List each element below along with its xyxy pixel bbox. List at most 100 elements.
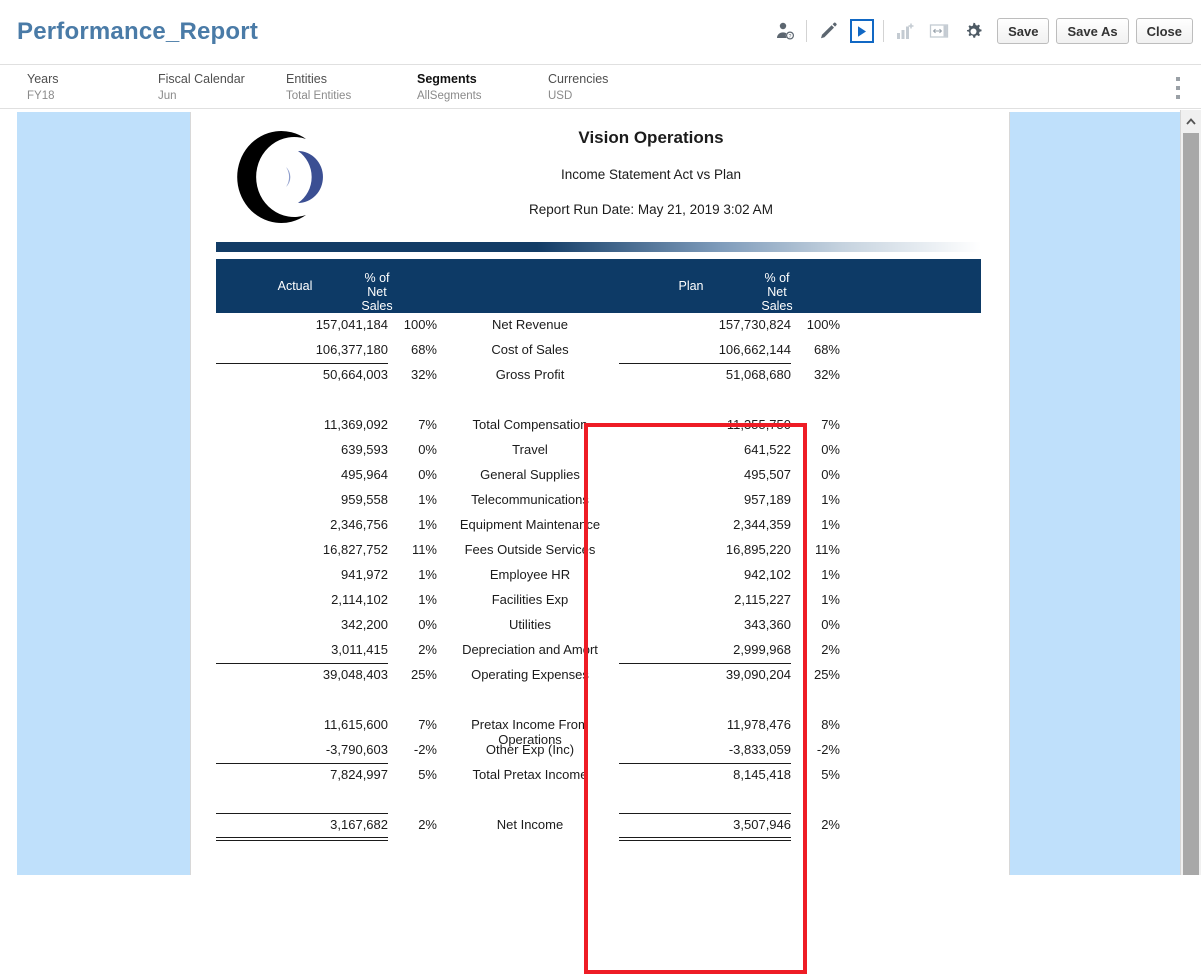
table-row[interactable]: 3,011,415 2% Depreciation and Amort 2,999,9… <box>216 638 981 663</box>
table-row[interactable]: 3,167,682 2% Net Income 3,507,946 2% <box>216 813 981 841</box>
fit-width-icon[interactable] <box>922 14 956 48</box>
table-row[interactable]: 2,346,756 1% Equipment Maintenance 2,344,35… <box>216 513 981 538</box>
table-row[interactable]: 7,824,997 5% Total Pretax Income 8,145,418 5… <box>216 763 981 788</box>
table-row[interactable]: 106,377,180 68% Cost of Sales 106,662,144 68… <box>216 338 981 363</box>
cell-pct-plan: 25% <box>813 667 840 682</box>
financial-report: Vision Operations Income Statement Act v… <box>191 112 1011 974</box>
gradient-divider-bar <box>216 242 981 252</box>
cell-pct-plan: 2% <box>821 817 840 832</box>
cell-account-label: Depreciation and Amort <box>462 642 598 657</box>
cell-plan: 51,068,680 <box>725 367 791 382</box>
cell-actual: 106,377,180 <box>315 342 388 357</box>
report-company-title: Vision Operations <box>578 128 724 147</box>
application-header: Performance_Report ? Save Save As Close <box>0 0 1201 64</box>
col-header-pct-net-sales-plan: % of Net Sales <box>746 271 808 313</box>
scroll-up-arrow-icon[interactable] <box>1181 110 1201 132</box>
edit-pencil-icon[interactable] <box>811 14 845 48</box>
pct-line-1: % of <box>364 271 390 285</box>
cell-pct-actual: 32% <box>410 367 437 382</box>
cell-pct-plan: 1% <box>821 567 840 582</box>
table-row[interactable]: 39,048,403 25% Operating Expenses 39,090,20… <box>216 663 981 688</box>
add-chart-icon[interactable] <box>888 14 922 48</box>
cell-pct-actual: 7% <box>418 417 437 432</box>
save-as-button[interactable]: Save As <box>1056 18 1129 44</box>
table-row[interactable]: 941,972 1% Employee HR 942,102 1% <box>216 563 981 588</box>
settings-gear-icon[interactable] <box>956 14 990 48</box>
pov-item-years[interactable]: Years FY18 <box>27 72 59 102</box>
table-row[interactable]: 50,664,003 32% Gross Profit 51,068,680 32% <box>216 363 981 388</box>
cell-pct-plan: 5% <box>821 767 840 782</box>
cell-pct-actual: 5% <box>418 767 437 782</box>
table-row[interactable]: 342,200 0% Utilities 343,360 0% <box>216 613 981 638</box>
cell-plan: -3,833,059 <box>728 742 791 757</box>
cell-plan: 942,102 <box>744 567 791 582</box>
cell-pct-plan: 68% <box>813 342 840 357</box>
user-assign-icon[interactable]: ? <box>768 14 802 48</box>
pov-item-fiscal-calendar[interactable]: Fiscal Calendar Jun <box>158 72 245 102</box>
table-row[interactable]: 639,593 0% Travel 641,522 0% <box>216 438 981 463</box>
table-row[interactable]: -3,790,603 -2% Other Exp (Inc) -3,833,059 -2… <box>216 738 981 763</box>
cell-actual: 50,664,003 <box>322 367 388 382</box>
cell-account-label: Facilities Exp <box>491 592 569 607</box>
pov-item-segments[interactable]: Segments AllSegments <box>417 72 482 102</box>
cell-plan: 157,730,824 <box>718 317 791 332</box>
table-body: 157,041,184 100% Net Revenue 157,730,824 100… <box>216 313 981 841</box>
table-row[interactable]: 959,558 1% Telecommunications 957,189 1% <box>216 488 981 513</box>
cell-account-label: Total Compensation <box>472 417 588 432</box>
row-rule-left <box>216 763 388 764</box>
cell-plan: 343,360 <box>744 617 791 632</box>
table-row[interactable]: 16,827,752 11% Fees Outside Services 16,895… <box>216 538 981 563</box>
cell-actual: 941,972 <box>341 567 388 582</box>
cell-actual: -3,790,603 <box>325 742 388 757</box>
cell-plan: 11,978,476 <box>726 717 791 732</box>
pov-item-currencies[interactable]: Currencies USD <box>548 72 608 102</box>
page-title: Performance_Report <box>17 18 259 45</box>
table-row[interactable]: 11,615,600 7% Pretax Income From Operation… <box>216 713 981 747</box>
cell-plan: 39,090,204 <box>725 667 791 682</box>
cell-pct-plan: 0% <box>821 617 840 632</box>
pct-line-3: Sales <box>761 299 793 313</box>
pct-line-1: % of <box>764 271 790 285</box>
scrollbar-thumb[interactable] <box>1183 133 1199 875</box>
cell-pct-actual: 1% <box>418 517 437 532</box>
pct-line-2: Net <box>767 285 787 299</box>
cell-account-label: Employee HR <box>489 567 571 582</box>
row-rule-left <box>216 363 388 364</box>
cell-account-label: Equipment Maintenance <box>459 517 601 532</box>
table-row[interactable]: 11,369,092 7% Total Compensation 11,355,750… <box>216 413 981 438</box>
cell-actual: 11,369,092 <box>323 417 388 432</box>
cell-plan: 11,355,750 <box>726 417 791 432</box>
row-rule-left <box>216 663 388 664</box>
row-rule-bottom <box>216 840 388 841</box>
pov-item-entities[interactable]: Entities Total Entities <box>286 72 351 102</box>
cell-pct-plan: 1% <box>821 517 840 532</box>
toolbar-divider-2 <box>883 20 885 42</box>
cell-pct-plan: 1% <box>821 592 840 607</box>
cell-plan: 8,145,418 <box>733 767 791 782</box>
pov-label-currencies: Currencies <box>548 72 609 86</box>
save-button[interactable]: Save <box>997 18 1050 44</box>
col-header-actual: Actual <box>277 279 313 293</box>
cell-pct-actual: 2% <box>418 642 437 657</box>
overflow-menu-icon[interactable] <box>1171 77 1185 99</box>
cell-pct-plan: -2% <box>816 742 840 757</box>
row-rule-right <box>619 763 791 764</box>
table-row[interactable]: 157,041,184 100% Net Revenue 157,730,824 100… <box>216 313 981 338</box>
cell-pct-actual: -2% <box>413 742 437 757</box>
cell-pct-plan: 11% <box>814 542 840 557</box>
vertical-scrollbar[interactable] <box>1180 110 1201 875</box>
table-row[interactable]: 2,114,102 1% Facilities Exp 2,115,227 1% <box>216 588 981 613</box>
cell-actual: 7,824,997 <box>330 767 388 782</box>
table-row[interactable]: 495,964 0% General Supplies 495,507 0% <box>216 463 981 488</box>
cell-actual: 157,041,184 <box>315 317 388 332</box>
cell-pct-plan: 1% <box>821 492 840 507</box>
col-header-pct-net-sales-actual: % of Net Sales <box>346 271 408 313</box>
cell-actual: 3,167,682 <box>330 817 388 832</box>
cell-account-label: Net Income <box>496 817 564 832</box>
close-button[interactable]: Close <box>1135 18 1193 44</box>
report-pane: Vision Operations Income Statement Act v… <box>190 112 1011 974</box>
play-button-box[interactable] <box>850 19 875 43</box>
cell-plan: 16,895,220 <box>725 542 791 557</box>
cell-account-label: Travel <box>512 442 548 457</box>
run-play-icon[interactable] <box>845 14 879 48</box>
